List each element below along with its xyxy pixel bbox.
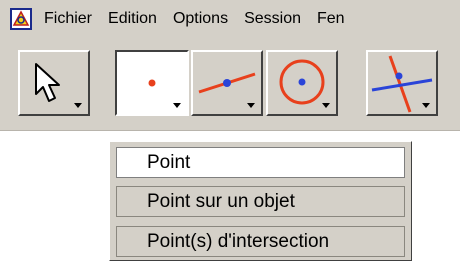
point-tool-dropdown: Point Point sur un objet Point(s) d'inte… — [109, 141, 412, 261]
pointer-tool-button[interactable] — [18, 50, 90, 116]
menu-session[interactable]: Session — [236, 0, 309, 38]
point-tool-button[interactable] — [115, 50, 189, 116]
dropdown-item-point-on-object[interactable]: Point sur un objet — [116, 186, 405, 217]
chevron-down-icon[interactable] — [247, 103, 255, 108]
menu-options[interactable]: Options — [165, 0, 236, 38]
app-icon[interactable] — [10, 8, 32, 30]
menu-fichier[interactable]: Fichier — [36, 0, 100, 38]
chevron-down-icon[interactable] — [422, 103, 430, 108]
menu-edition[interactable]: Edition — [100, 0, 165, 38]
intersection-tool-button[interactable] — [366, 50, 438, 116]
menu-bar: Fichier Edition Options Session Fen — [0, 0, 460, 38]
menu-fenetre[interactable]: Fen — [309, 0, 353, 38]
dropdown-item-intersection-points[interactable]: Point(s) d'intersection — [116, 226, 405, 257]
chevron-down-icon[interactable] — [173, 103, 181, 108]
toolbar — [0, 38, 460, 131]
dropdown-item-point[interactable]: Point — [116, 147, 405, 178]
point-on-object-tool-button[interactable] — [191, 50, 263, 116]
chevron-down-icon[interactable] — [74, 103, 82, 108]
chevron-down-icon[interactable] — [322, 103, 330, 108]
circle-point-tool-button[interactable] — [266, 50, 338, 116]
